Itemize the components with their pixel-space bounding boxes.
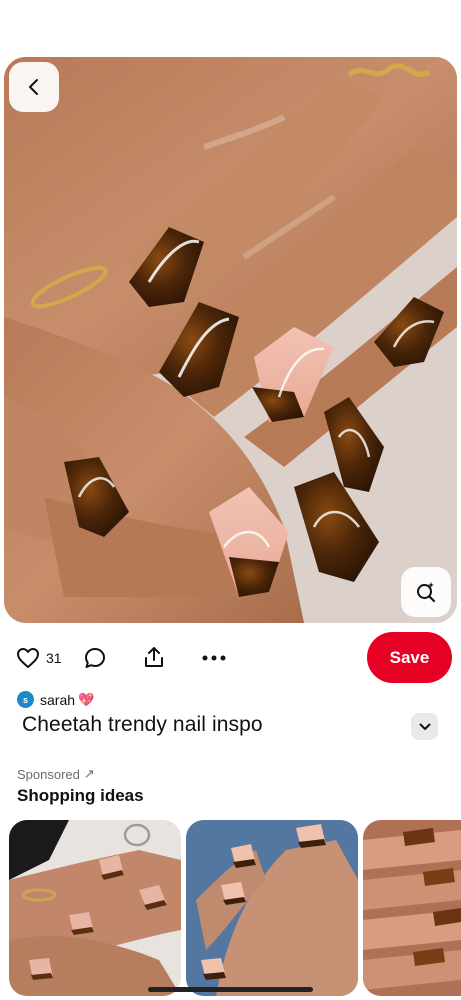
- creator[interactable]: s sarah 💖: [17, 691, 94, 708]
- pin-title: Cheetah trendy nail inspo: [22, 713, 263, 736]
- heart-icon: [17, 648, 39, 668]
- external-link-icon: ↗: [83, 766, 95, 781]
- sponsored-text: Sponsored: [17, 766, 80, 782]
- heart-emoji: 💖: [78, 691, 95, 707]
- avatar[interactable]: s: [17, 691, 34, 708]
- product-image: [9, 820, 181, 996]
- shopping-ideas-title: Shopping ideas: [17, 786, 144, 805]
- product-image: [186, 820, 358, 996]
- expand-details-button[interactable]: [411, 713, 438, 740]
- shopping-card[interactable]: [9, 820, 181, 996]
- like-count: 31: [46, 650, 62, 666]
- share-icon: [145, 647, 163, 667]
- chevron-down-icon: [419, 723, 430, 730]
- sponsored-label[interactable]: Sponsored ↗: [17, 766, 95, 782]
- product-image: [363, 820, 461, 996]
- back-button[interactable]: [9, 62, 59, 112]
- chevron-left-icon: [29, 79, 38, 95]
- like-button[interactable]: [14, 644, 42, 672]
- more-options-button[interactable]: [200, 644, 228, 672]
- save-button[interactable]: Save: [367, 632, 452, 683]
- shopping-card[interactable]: [186, 820, 358, 996]
- more-dots-icon: [202, 655, 226, 661]
- shopping-card[interactable]: [363, 820, 461, 996]
- visual-search-icon: [417, 582, 436, 603]
- home-indicator[interactable]: [148, 987, 313, 992]
- comment-icon: [85, 648, 105, 668]
- nails-illustration: [4, 57, 457, 623]
- visual-search-button[interactable]: [401, 567, 451, 617]
- pin-image[interactable]: [4, 57, 457, 623]
- comment-button[interactable]: [81, 644, 109, 672]
- creator-name[interactable]: sarah: [40, 692, 75, 708]
- share-button[interactable]: [140, 643, 168, 671]
